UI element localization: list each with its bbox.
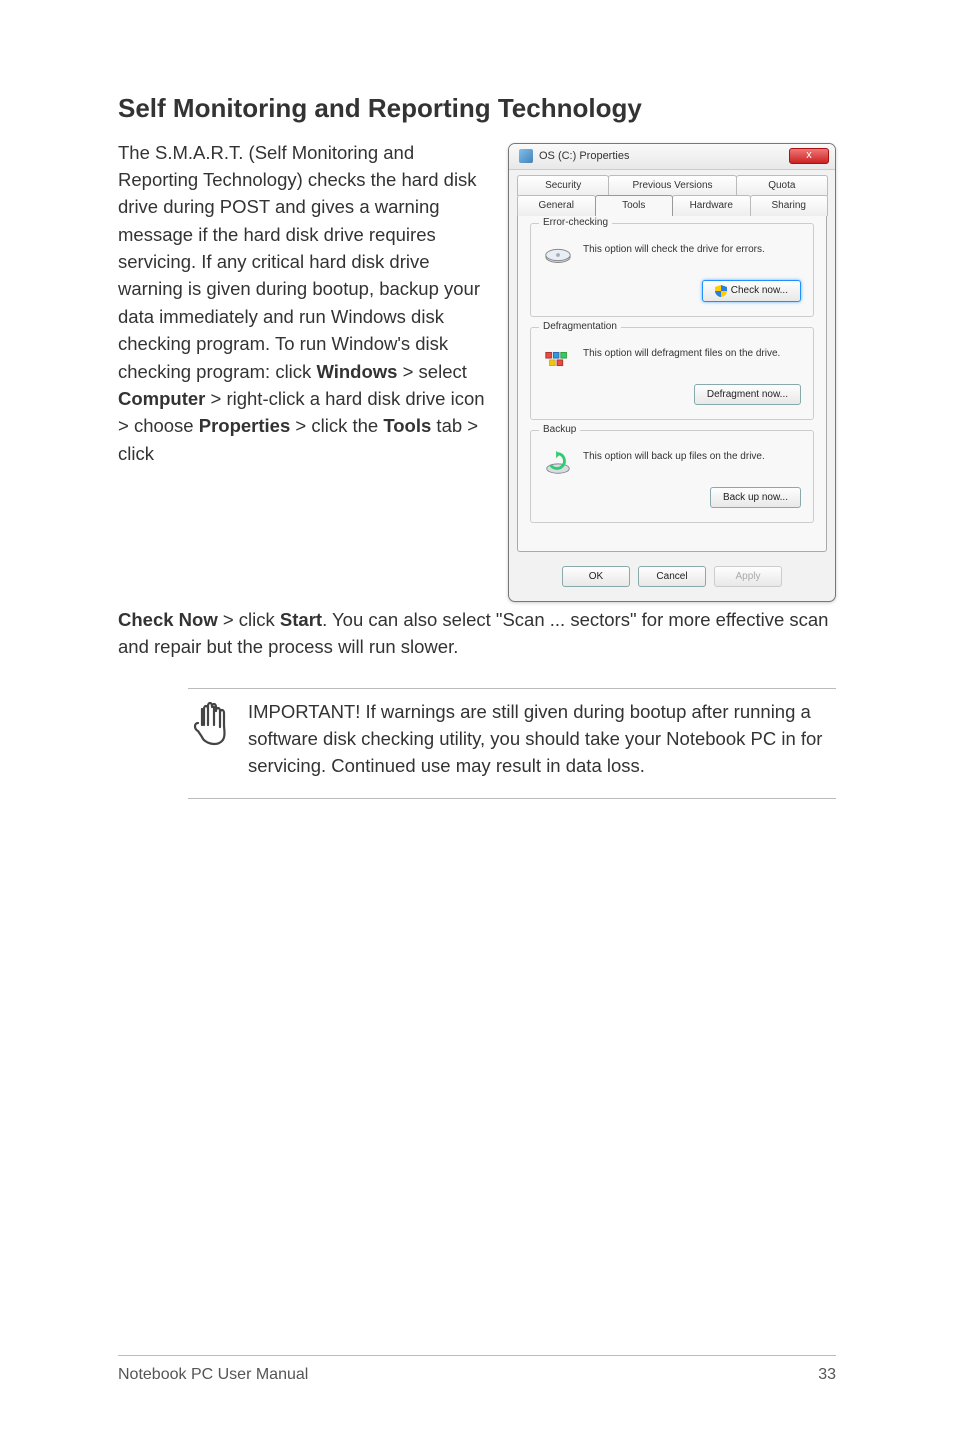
body-p1: The S.M.A.R.T. (Self Monitoring and Repo… [118, 142, 480, 382]
footer-page-number: 33 [818, 1366, 836, 1384]
body-p6: > click [218, 609, 280, 630]
defragment-now-button[interactable]: Defragment now... [694, 384, 801, 405]
body-text-after: Check Now > click Start. You can also se… [118, 606, 836, 661]
tab-hardware[interactable]: Hardware [672, 195, 751, 216]
dialog-titlebar[interactable]: OS (C:) Properties x [509, 144, 835, 170]
backup-icon [543, 449, 573, 475]
disk-check-icon [543, 242, 573, 268]
tab-general[interactable]: General [517, 195, 596, 216]
dialog-title: OS (C:) Properties [539, 150, 629, 162]
tab-security[interactable]: Security [517, 175, 609, 196]
legend-backup: Backup [539, 424, 580, 435]
bold-properties: Properties [199, 415, 291, 436]
bold-computer: Computer [118, 388, 205, 409]
tab-quota[interactable]: Quota [736, 175, 828, 196]
check-now-button[interactable]: Check now... [702, 280, 801, 302]
drive-icon [519, 149, 533, 163]
group-error-checking: Error-checking This option will check th… [530, 223, 814, 317]
note-text: IMPORTANT! If warnings are still given d… [248, 699, 836, 779]
tab-tools[interactable]: Tools [595, 195, 674, 216]
cancel-button[interactable]: Cancel [638, 566, 706, 587]
footer-left: Notebook PC User Manual [118, 1366, 308, 1384]
group-defragmentation: Defragmentation This option will defragm… [530, 327, 814, 420]
tab-previous-versions[interactable]: Previous Versions [608, 175, 736, 196]
bold-start: Start [280, 609, 322, 630]
legend-error-checking: Error-checking [539, 217, 612, 228]
body-text-left: The S.M.A.R.T. (Self Monitoring and Repo… [118, 139, 486, 468]
group-backup: Backup This option will back up files on… [530, 430, 814, 523]
defragmentation-text: This option will defragment files on the… [583, 346, 801, 359]
shield-icon [715, 285, 727, 297]
defragment-icon [543, 346, 573, 372]
bold-tools: Tools [383, 415, 431, 436]
close-button[interactable]: x [789, 148, 829, 164]
backup-text: This option will back up files on the dr… [583, 449, 801, 462]
legend-defragmentation: Defragmentation [539, 321, 621, 332]
section-heading: Self Monitoring and Reporting Technology [118, 92, 836, 125]
apply-button[interactable]: Apply [714, 566, 782, 587]
important-note: IMPORTANT! If warnings are still given d… [188, 688, 836, 798]
tab-sharing[interactable]: Sharing [750, 195, 829, 216]
hand-stop-icon [188, 699, 232, 779]
error-checking-text: This option will check the drive for err… [583, 242, 801, 255]
body-p2: > select [397, 361, 466, 382]
bold-check-now: Check Now [118, 609, 218, 630]
page-footer: Notebook PC User Manual 33 [118, 1355, 836, 1384]
backup-now-button[interactable]: Back up now... [710, 487, 801, 508]
check-now-label: Check now... [731, 285, 788, 296]
body-p4: > click the [290, 415, 383, 436]
ok-button[interactable]: OK [562, 566, 630, 587]
screenshot-dialog: OS (C:) Properties x Security Previous V… [508, 139, 836, 602]
bold-windows: Windows [316, 361, 397, 382]
